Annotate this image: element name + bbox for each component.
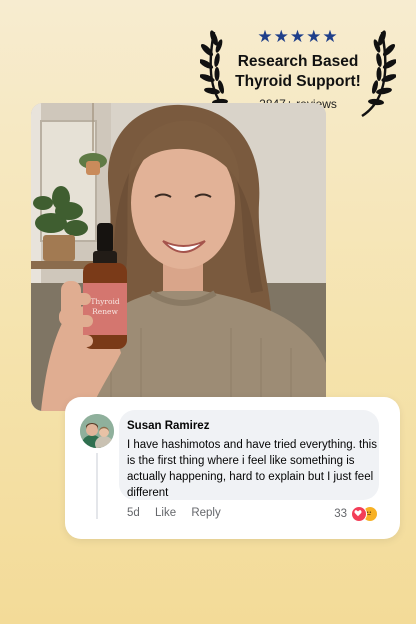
badge-title-line2: Thyroid Support! — [235, 73, 361, 90]
like-button[interactable]: Like — [155, 507, 176, 519]
heart-icon — [351, 506, 367, 522]
comment-card: Susan Ramirez I have hashimotos and have… — [65, 397, 400, 539]
five-star-rating: ★★★★★ — [257, 27, 339, 47]
comment-bubble: Susan Ramirez I have hashimotos and have… — [119, 410, 379, 500]
badge-title: Research Based Thyroid Support! — [230, 52, 366, 92]
comment-author[interactable]: Susan Ramirez — [127, 420, 209, 432]
badge-title-line1: Research Based — [237, 53, 359, 70]
comment-actions: 5d Like Reply — [127, 507, 233, 519]
svg-text:Thyroid: Thyroid — [90, 297, 120, 306]
reaction-count: 33 — [334, 508, 347, 520]
reaction-summary[interactable]: 33 — [334, 506, 378, 522]
reply-button[interactable]: Reply — [191, 507, 220, 519]
testimonial-photo: Thyroid Renew — [31, 103, 326, 411]
thread-line — [96, 453, 98, 519]
svg-text:Renew: Renew — [92, 307, 118, 316]
comment-timestamp[interactable]: 5d — [127, 507, 140, 519]
woman-holding-bottle-illustration: Thyroid Renew — [31, 103, 326, 411]
comment-text: I have hashimotos and have tried everyth… — [127, 439, 377, 499]
avatar-photo-icon — [80, 414, 114, 448]
avatar[interactable] — [80, 414, 114, 448]
